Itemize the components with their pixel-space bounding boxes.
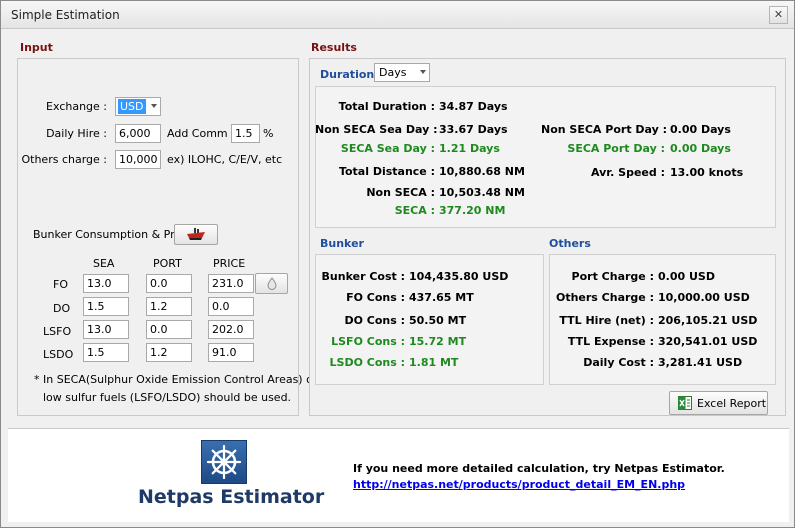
- lsdo-port-input[interactable]: 1.2: [146, 343, 192, 362]
- fuel-drop-icon: [267, 277, 277, 290]
- seca-sea-day-label: SECA Sea Day :: [340, 142, 435, 155]
- non-seca-port-day-value: 0.00 Days: [670, 123, 731, 136]
- do-cons-label: DO Cons :: [344, 314, 405, 327]
- seca-note-line2: low sulfur fuels (LSFO/LSDO) should be u…: [43, 391, 292, 404]
- bunker-row-label: DO: [53, 302, 71, 315]
- seca-distance-label: SECA :: [394, 204, 435, 217]
- percent-label: %: [263, 127, 274, 140]
- seca-distance-value: 377.20 NM: [439, 204, 506, 217]
- exchange-label: Exchange :: [46, 100, 107, 113]
- fo-cons-label: FO Cons :: [346, 291, 405, 304]
- lsfo-price-input[interactable]: 202.0: [208, 320, 254, 339]
- excel-icon: [678, 396, 692, 410]
- seca-note-line1: * In SECA(Sulphur Oxide Emission Control…: [34, 373, 330, 386]
- non-seca-port-day-label: Non SECA Port Day :: [541, 123, 668, 136]
- do-port-input[interactable]: 1.2: [146, 297, 192, 316]
- col-sea-header: SEA: [93, 257, 115, 270]
- lsfo-cons-value: 15.72 MT: [409, 335, 467, 348]
- title-bar: Simple Estimation ✕: [1, 1, 794, 29]
- bunker-price-button[interactable]: [174, 224, 218, 245]
- lsfo-cons-label: LSFO Cons :: [331, 335, 405, 348]
- seca-port-day-value: 0.00 Days: [670, 142, 731, 155]
- total-distance-value: 10,880.68 NM: [439, 165, 525, 178]
- footer-banner: Netpas Estimator If you need more detail…: [8, 428, 789, 522]
- ttl-hire-label: TTL Hire (net) :: [559, 314, 654, 327]
- others-charge-result-value: 10,000.00 USD: [658, 291, 750, 304]
- avr-speed-label: Avr. Speed :: [591, 166, 665, 179]
- add-comm-label: Add Comm :: [167, 127, 235, 140]
- lsdo-cons-label: LSDO Cons :: [329, 356, 405, 369]
- promo-text: If you need more detailed calculation, t…: [353, 462, 725, 475]
- exchange-value: USD: [118, 99, 146, 114]
- lsdo-sea-input[interactable]: 1.5: [83, 343, 129, 362]
- others-charge-input[interactable]: 10,000: [115, 150, 161, 169]
- others-heading: Others: [549, 237, 591, 250]
- lsfo-sea-input[interactable]: 13.0: [83, 320, 129, 339]
- bunker-consumption-label: Bunker Consumption & Price: [33, 228, 191, 241]
- avr-speed-value: 13.00 knots: [670, 166, 744, 179]
- lsdo-price-input[interactable]: 91.0: [208, 343, 254, 362]
- others-charge-note: ex) ILOHC, C/E/V, etc: [167, 153, 283, 166]
- duration-unit-value: Days: [379, 66, 407, 79]
- bunker-cost-label: Bunker Cost :: [321, 270, 405, 283]
- bunker-row-label: FO: [53, 278, 68, 291]
- non-seca-sea-day-label: Non SECA Sea Day :: [315, 123, 438, 136]
- do-price-input[interactable]: 0.0: [208, 297, 254, 316]
- non-seca-sea-day-value: 33.67 Days: [439, 123, 508, 136]
- close-icon: ✕: [773, 8, 784, 21]
- bunker-row-label: LSFO: [43, 325, 72, 338]
- ttl-expense-label: TTL Expense :: [567, 335, 654, 348]
- chevron-down-icon: [151, 104, 157, 108]
- exchange-select[interactable]: USD: [115, 97, 161, 116]
- lsfo-port-input[interactable]: 0.0: [146, 320, 192, 339]
- col-port-header: PORT: [153, 257, 182, 270]
- do-cons-value: 50.50 MT: [409, 314, 467, 327]
- col-price-header: PRICE: [213, 257, 246, 270]
- seca-port-day-label: SECA Port Day :: [567, 142, 665, 155]
- bunker-row-label: LSDO: [43, 348, 74, 361]
- bunker-heading: Bunker: [320, 237, 364, 250]
- duration-unit-select[interactable]: Days: [374, 63, 430, 82]
- total-duration-label: Total Duration :: [338, 100, 435, 113]
- port-charge-label: Port Charge :: [571, 270, 654, 283]
- close-button[interactable]: ✕: [769, 6, 788, 24]
- fo-cons-value: 437.65 MT: [409, 291, 474, 304]
- non-seca-distance-value: 10,503.48 NM: [439, 186, 525, 199]
- do-sea-input[interactable]: 1.5: [83, 297, 129, 316]
- fuel-price-button[interactable]: [255, 273, 288, 294]
- fo-port-input[interactable]: 0.0: [146, 274, 192, 293]
- daily-cost-label: Daily Cost :: [583, 356, 654, 369]
- chevron-down-icon: [420, 70, 426, 74]
- excel-report-button[interactable]: Excel Report: [669, 391, 768, 415]
- estimator-link[interactable]: http://netpas.net/products/product_detai…: [353, 478, 685, 491]
- results-heading: Results: [311, 41, 357, 54]
- others-charge-label: Others charge :: [21, 153, 107, 166]
- total-distance-label: Total Distance :: [338, 165, 435, 178]
- ship-icon: [187, 228, 205, 240]
- others-charge-result-label: Others Charge :: [555, 291, 654, 304]
- total-duration-value: 34.87 Days: [439, 100, 508, 113]
- brand-name: Netpas Estimator: [138, 486, 325, 508]
- duration-heading: Duration: [320, 68, 375, 81]
- simple-estimation-window: Simple Estimation ✕ Input Exchange : USD…: [0, 0, 795, 528]
- excel-report-label: Excel Report: [697, 397, 767, 410]
- daily-hire-label: Daily Hire :: [46, 127, 107, 140]
- netpas-logo: [201, 440, 247, 484]
- fo-sea-input[interactable]: 13.0: [83, 274, 129, 293]
- seca-sea-day-value: 1.21 Days: [439, 142, 500, 155]
- add-comm-input[interactable]: 1.5: [231, 124, 260, 143]
- ship-wheel-icon: [206, 444, 242, 480]
- bunker-cost-value: 104,435.80 USD: [409, 270, 509, 283]
- daily-hire-input[interactable]: 6,000: [115, 124, 161, 143]
- fo-price-input[interactable]: 231.0: [208, 274, 254, 293]
- input-heading: Input: [20, 41, 53, 54]
- ttl-hire-value: 206,105.21 USD: [658, 314, 758, 327]
- window-title: Simple Estimation: [11, 8, 120, 22]
- non-seca-distance-label: Non SECA :: [366, 186, 435, 199]
- ttl-expense-value: 320,541.01 USD: [658, 335, 758, 348]
- daily-cost-value: 3,281.41 USD: [658, 356, 743, 369]
- lsdo-cons-value: 1.81 MT: [409, 356, 459, 369]
- port-charge-value: 0.00 USD: [658, 270, 715, 283]
